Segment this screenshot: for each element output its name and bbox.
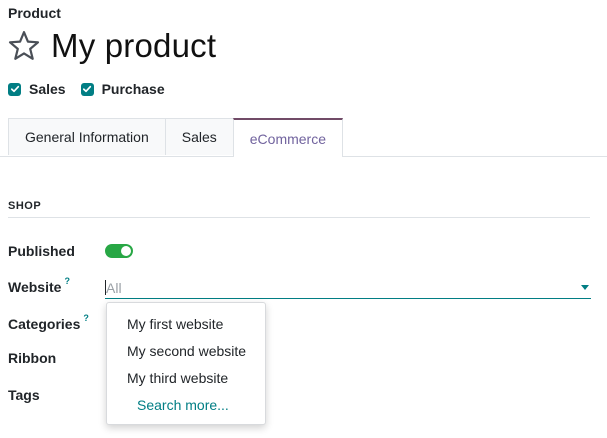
website-input[interactable]	[105, 277, 591, 299]
tab-ecommerce[interactable]: eCommerce	[232, 118, 344, 157]
purchase-checkbox[interactable]	[80, 82, 94, 96]
sales-checkbox[interactable]	[8, 82, 21, 96]
published-toggle[interactable]	[105, 244, 133, 258]
breadcrumb[interactable]: Product	[8, 5, 61, 21]
product-form: Product My product Sales Purchase Genera…	[0, 0, 607, 438]
option-purchase[interactable]: Purchase	[80, 81, 165, 97]
product-options: Sales Purchase	[8, 81, 180, 97]
section-divider	[8, 217, 590, 218]
dropdown-caret-icon[interactable]	[581, 285, 589, 290]
ribbon-label: Ribbon	[8, 350, 57, 366]
page-title[interactable]: My product	[51, 26, 216, 66]
option-sales[interactable]: Sales	[8, 81, 66, 97]
categories-help-icon[interactable]: ?	[83, 313, 89, 323]
dropdown-item-second-website[interactable]: My second website	[107, 338, 265, 365]
toggle-knob	[121, 246, 131, 256]
tab-sales[interactable]: Sales	[164, 118, 234, 155]
tab-general-information[interactable]: General Information	[8, 118, 166, 155]
dropdown-item-third-website[interactable]: My third website	[107, 365, 265, 392]
published-label: Published	[8, 243, 75, 259]
categories-label: Categories?	[8, 313, 89, 332]
website-help-icon[interactable]: ?	[64, 276, 70, 286]
star-icon[interactable]	[7, 29, 41, 63]
search-more-link[interactable]: Search more...	[107, 392, 265, 419]
form-tabs: General Information Sales eCommerce	[8, 118, 344, 157]
tags-label: Tags	[8, 387, 40, 403]
purchase-checkbox-label: Purchase	[101, 81, 165, 97]
section-title: SHOP	[8, 200, 42, 212]
dropdown-item-first-website[interactable]: My first website	[107, 311, 265, 338]
text-cursor	[105, 280, 106, 295]
title-row: My product	[7, 26, 216, 66]
website-dropdown: My first website My second website My th…	[106, 302, 266, 425]
website-label: Website?	[8, 276, 70, 295]
sales-checkbox-label: Sales	[29, 81, 66, 97]
